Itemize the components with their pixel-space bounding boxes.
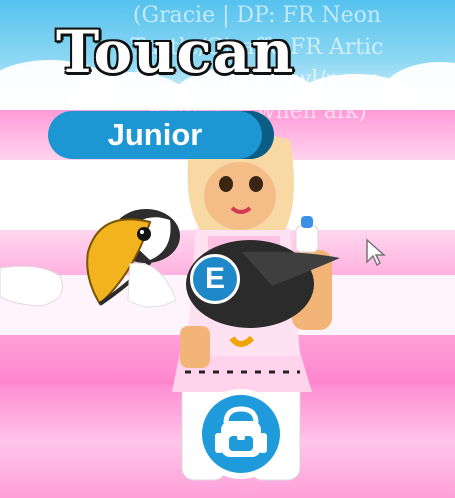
backpack-icon [215,406,267,457]
age-badge-label: Junior [107,117,203,152]
interact-key-button[interactable]: E [190,254,240,304]
arrow-cursor-icon [366,238,386,267]
game-scene: (Gracie | DP: FR Neon Turtle/Giraffe FR … [0,0,455,498]
interact-key-label: E [204,262,225,295]
pet-name-title: Toucan [56,18,295,86]
backpack-button[interactable] [196,389,286,479]
age-badge: Junior [48,111,274,159]
